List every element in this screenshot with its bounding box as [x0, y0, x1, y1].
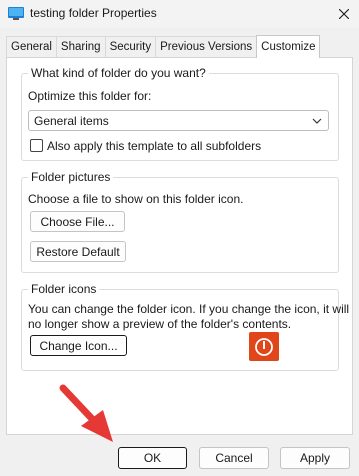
folder-pictures-description: Choose a file to show on this folder ico… — [28, 192, 244, 206]
tab-security[interactable]: Security — [104, 36, 157, 57]
tab-customize[interactable]: Customize — [256, 35, 321, 58]
folder-window-icon — [8, 7, 24, 21]
folder-icons-description-line1: You can change the folder icon. If you c… — [28, 302, 350, 316]
optimize-select-value: General items — [34, 113, 109, 128]
red-arrow-icon — [59, 384, 113, 442]
close-icon — [338, 9, 349, 19]
apply-subfolders-checkbox[interactable] — [30, 139, 43, 152]
folder-icons-description-line2: no longer show a preview of the folder's… — [28, 317, 292, 331]
apply-button[interactable]: Apply — [280, 447, 350, 469]
change-icon-button[interactable]: Change Icon... — [30, 335, 127, 356]
folder-icon-preview — [249, 332, 279, 361]
folder-pictures-heading: Folder pictures — [28, 170, 114, 184]
ok-button[interactable]: OK — [118, 447, 187, 469]
tab-strip: General Sharing Security Previous Versio… — [6, 35, 321, 58]
window-title: testing folder Properties — [30, 6, 157, 20]
choose-file-button[interactable]: Choose File... — [30, 211, 125, 232]
optimize-label: Optimize this folder for: — [28, 89, 152, 103]
optimize-select[interactable]: General items — [28, 110, 329, 131]
chevron-down-icon — [312, 118, 322, 124]
restore-default-button[interactable]: Restore Default — [30, 241, 126, 262]
tab-previous-versions[interactable]: Previous Versions — [155, 36, 258, 57]
tab-sharing[interactable]: Sharing — [55, 36, 106, 57]
power-icon — [255, 337, 273, 356]
cancel-button[interactable]: Cancel — [199, 447, 269, 469]
tab-general[interactable]: General — [6, 36, 57, 57]
folder-type-heading: What kind of folder do you want? — [28, 66, 209, 80]
title-bar: testing folder Properties — [0, 0, 359, 28]
folder-icons-heading: Folder icons — [28, 282, 100, 296]
close-button[interactable] — [328, 0, 359, 28]
apply-subfolders-label: Also apply this template to all subfolde… — [47, 139, 262, 153]
